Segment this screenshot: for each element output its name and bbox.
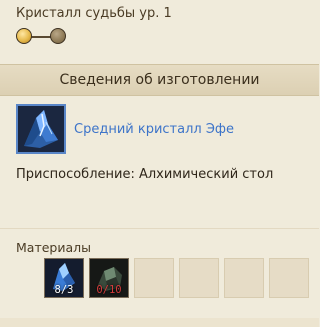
section-title: Сведения об изготовлении xyxy=(59,72,260,88)
section-header: Сведения об изготовлении xyxy=(0,64,319,96)
material-count: 0/10 xyxy=(96,284,122,296)
result-item-name-link[interactable]: Средний кристалл Эфе xyxy=(74,122,234,137)
level-2-dot-icon[interactable] xyxy=(50,28,66,44)
divider xyxy=(0,228,319,229)
tool-requirement: Приспособление: Алхимический стол xyxy=(16,167,274,182)
material-slot-1[interactable]: 8/3 xyxy=(44,258,84,298)
materials-label: Материалы xyxy=(16,240,91,255)
material-slot-5[interactable] xyxy=(224,258,264,298)
material-slot-4[interactable] xyxy=(179,258,219,298)
material-slot-3[interactable] xyxy=(134,258,174,298)
recipe-title: Кристалл судьбы ур. 1 xyxy=(16,6,172,21)
result-item-icon[interactable] xyxy=(16,104,66,154)
level-1-dot-icon[interactable] xyxy=(16,28,32,44)
material-slot-6[interactable] xyxy=(269,258,309,298)
material-count: 8/3 xyxy=(54,284,74,296)
material-slot-2[interactable]: 0/10 xyxy=(89,258,129,298)
level-indicator xyxy=(16,28,68,46)
blue-crystal-icon xyxy=(18,106,64,152)
bottom-bar xyxy=(0,318,319,327)
